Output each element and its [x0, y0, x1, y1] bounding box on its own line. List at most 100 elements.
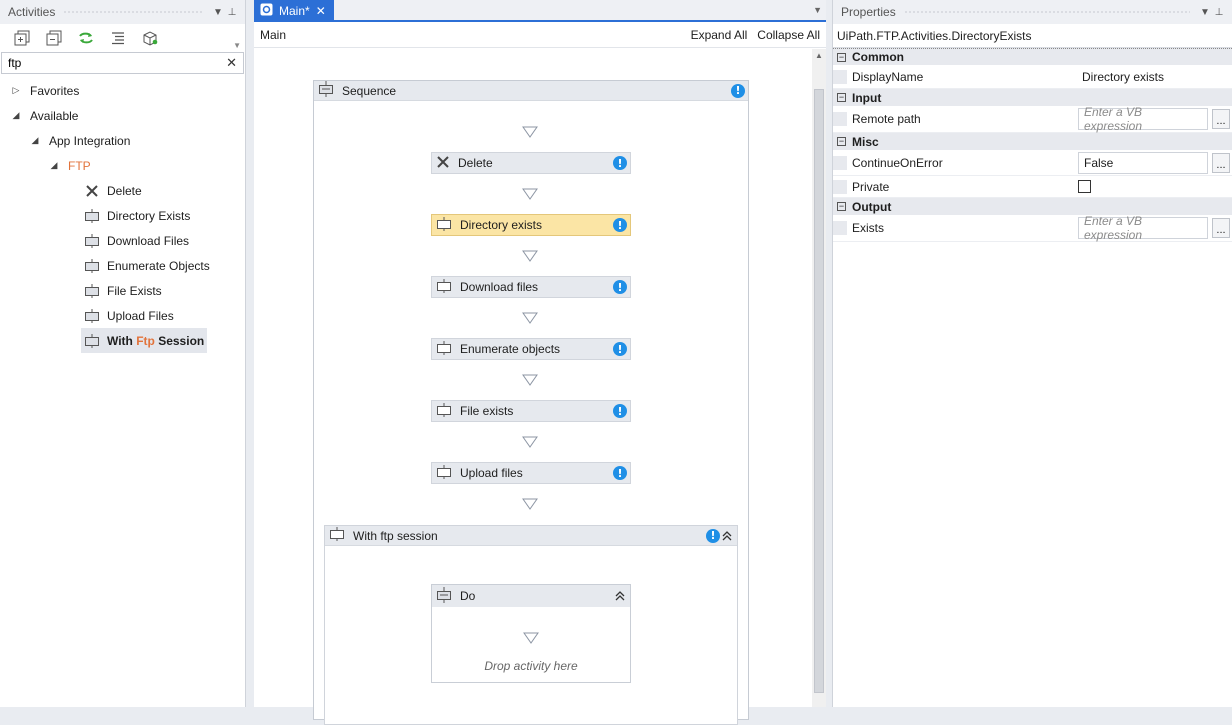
designer-vertical-scrollbar[interactable]: ▲ — [812, 49, 826, 707]
category-common[interactable]: − Common — [833, 48, 1232, 65]
activity-delete[interactable]: Delete ! — [431, 152, 631, 174]
document-tabbar: Main* ✕ ▼ — [254, 0, 826, 22]
activity-search-input[interactable] — [8, 56, 227, 70]
activity-item-file-exists[interactable]: File Exists — [0, 278, 245, 303]
clear-search-icon[interactable]: ✕ — [226, 55, 237, 71]
sequence-header[interactable]: Sequence ! — [314, 81, 748, 101]
expand-arrow-icon[interactable]: ▷ — [10, 85, 22, 96]
activity-title: Upload files — [460, 466, 523, 480]
pin-icon[interactable]: ⊥ — [1212, 7, 1226, 18]
category-output[interactable]: − Output — [833, 198, 1232, 215]
activity-with-ftp-session[interactable]: With ftp session ! Do Drop activity here — [324, 525, 738, 725]
close-icon[interactable]: ✕ — [316, 4, 326, 18]
with-ftp-session-header[interactable]: With ftp session ! — [325, 526, 737, 546]
collapse-all-icon[interactable] — [42, 27, 66, 49]
activity-upload-files[interactable]: Upload files ! — [431, 462, 631, 484]
expand-all-icon[interactable] — [10, 27, 34, 49]
package-icon[interactable] — [138, 27, 162, 49]
drop-zone-arrow-icon[interactable] — [522, 374, 538, 386]
scrollbar-thumb[interactable] — [814, 89, 824, 693]
do-header[interactable]: Do — [432, 585, 630, 607]
tree-label: App Integration — [49, 133, 131, 148]
property-value[interactable]: Directory exists — [1078, 65, 1232, 88]
validation-warning-icon[interactable]: ! — [613, 342, 627, 356]
activity-download-files[interactable]: Download files ! — [431, 276, 631, 298]
activity-search-box[interactable]: ✕ — [1, 52, 244, 74]
validation-warning-icon[interactable]: ! — [613, 404, 627, 418]
panel-menu-icon[interactable]: ▼ — [1198, 7, 1212, 18]
exists-expression-input[interactable]: Enter a VB expression — [1078, 214, 1208, 242]
drag-grip[interactable] — [63, 9, 203, 15]
validation-warning-icon[interactable]: ! — [613, 466, 627, 480]
validation-warning-icon[interactable]: ! — [613, 156, 627, 170]
category-input[interactable]: − Input — [833, 89, 1232, 106]
workflow-canvas[interactable]: Sequence ! Delete ! Directory exists ! D… — [254, 49, 812, 725]
collapse-arrow-icon[interactable]: ◢ — [10, 110, 22, 121]
activity-item-download-files[interactable]: Download Files — [0, 228, 245, 253]
exists-ellipsis-button[interactable]: ... — [1212, 218, 1230, 238]
activities-panel-header: Activities ▼ ⊥ — [0, 0, 245, 24]
expand-all-button[interactable]: Expand All — [691, 28, 748, 42]
sequence-container[interactable]: Sequence ! Delete ! Directory exists ! D… — [313, 80, 749, 725]
validation-warning-icon[interactable]: ! — [706, 528, 720, 543]
do-title: Do — [460, 589, 476, 603]
tree-node-available[interactable]: ◢ Available — [0, 103, 245, 128]
refresh-icon[interactable] — [74, 27, 98, 49]
panel-menu-icon[interactable]: ▼ — [211, 7, 225, 18]
activity-directory-exists[interactable]: Directory exists ! — [431, 214, 631, 236]
collapse-arrow-icon[interactable]: ◢ — [48, 160, 60, 171]
do-container[interactable]: Do Drop activity here — [431, 584, 631, 683]
breadcrumb[interactable]: Main — [260, 28, 286, 42]
activity-item-directory-exists[interactable]: Directory Exists — [0, 203, 245, 228]
validation-warning-icon[interactable]: ! — [613, 280, 627, 294]
property-private[interactable]: Private — [833, 176, 1232, 198]
activity-title: Directory exists — [460, 218, 543, 232]
continue-on-error-input[interactable]: False — [1078, 151, 1208, 174]
tree-node-ftp[interactable]: ◢ FTP — [0, 153, 245, 178]
property-remote-path[interactable]: Remote path Enter a VB expression ... — [833, 105, 1232, 133]
collapse-chevron-icon[interactable] — [613, 589, 627, 603]
validation-warning-icon[interactable]: ! — [613, 218, 627, 232]
property-exists[interactable]: Exists Enter a VB expression ... — [833, 214, 1232, 242]
pin-icon[interactable]: ⊥ — [225, 7, 239, 18]
tree-node-favorites[interactable]: ▷ Favorites — [0, 78, 245, 103]
tree-node-app-integration[interactable]: ◢ App Integration — [0, 128, 245, 153]
collapse-box-icon[interactable]: − — [837, 93, 846, 102]
remote-path-expression-input[interactable]: Enter a VB expression — [1078, 105, 1208, 133]
drop-zone-arrow-icon[interactable] — [522, 188, 538, 200]
drag-grip[interactable] — [903, 9, 1190, 15]
drop-zone-arrow-icon[interactable] — [522, 312, 538, 324]
collapse-box-icon[interactable]: − — [837, 202, 846, 211]
list-view-icon[interactable] — [106, 27, 130, 49]
toolbar-overflow-icon[interactable]: ▼ — [233, 41, 241, 50]
property-continue-on-error[interactable]: ContinueOnError False ... — [833, 150, 1232, 176]
collapse-box-icon[interactable]: − — [837, 137, 846, 146]
drop-zone-arrow-icon[interactable] — [522, 250, 538, 262]
activity-item-upload-files[interactable]: Upload Files — [0, 303, 245, 328]
drop-zone-arrow-icon[interactable] — [522, 436, 538, 448]
tab-list-dropdown-icon[interactable]: ▼ — [813, 5, 822, 15]
property-displayname[interactable]: DisplayName Directory exists — [833, 65, 1232, 89]
private-checkbox[interactable] — [1078, 180, 1091, 193]
category-misc[interactable]: − Misc — [833, 133, 1232, 150]
drop-zone-arrow-icon[interactable] — [522, 126, 538, 138]
collapse-all-button[interactable]: Collapse All — [757, 28, 820, 42]
scroll-up-icon[interactable]: ▲ — [812, 49, 826, 63]
activity-item-with-ftp-session[interactable]: With Ftp Session — [81, 328, 207, 353]
activity-item-delete[interactable]: Delete — [0, 178, 245, 203]
collapse-arrow-icon[interactable]: ◢ — [29, 135, 41, 146]
activity-file-exists[interactable]: File exists ! — [431, 400, 631, 422]
property-label: ContinueOnError — [833, 155, 1078, 170]
validation-warning-icon[interactable]: ! — [731, 83, 745, 98]
collapse-chevron-icon[interactable] — [720, 529, 734, 543]
continue-on-error-ellipsis-button[interactable]: ... — [1212, 152, 1230, 173]
remote-path-ellipsis-button[interactable]: ... — [1212, 109, 1230, 129]
drop-zone-arrow-icon[interactable] — [522, 498, 538, 510]
tab-main-label: Main* — [279, 4, 310, 18]
tab-main[interactable]: Main* ✕ — [254, 0, 334, 22]
drop-zone-arrow-icon[interactable] — [523, 632, 539, 644]
collapse-box-icon[interactable]: − — [837, 52, 846, 62]
activity-item-enumerate-objects[interactable]: Enumerate Objects — [0, 253, 245, 278]
activities-panel-title: Activities — [8, 5, 56, 19]
activity-enumerate-objects[interactable]: Enumerate objects ! — [431, 338, 631, 360]
